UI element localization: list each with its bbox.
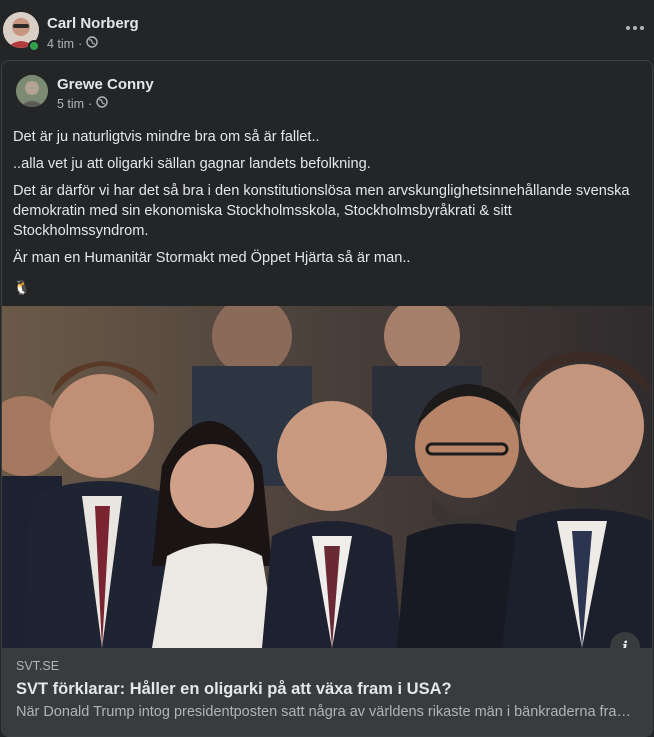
- meta-separator: ·: [88, 96, 93, 111]
- penguin-emoji: 🐧: [13, 279, 31, 295]
- link-title[interactable]: SVT förklarar: Håller en oligarki på att…: [16, 680, 452, 699]
- post-author-name[interactable]: Carl Norberg: [47, 15, 139, 32]
- shared-post: Grewe Conny 5 tim · Det är ju naturligtv…: [1, 60, 653, 737]
- meta-separator: ·: [78, 36, 83, 51]
- globe-icon[interactable]: [86, 36, 98, 51]
- shared-post-time[interactable]: 5 tim: [57, 97, 84, 111]
- post-paragraph: Det är därför vi har det så bra i den ko…: [13, 183, 630, 239]
- more-options-icon[interactable]: [624, 20, 646, 36]
- post-paragraph: Det är ju naturligtvis mindre bra om så …: [13, 129, 320, 145]
- link-preview[interactable]: SVT.SE SVT förklarar: Håller en oligarki…: [2, 648, 652, 736]
- link-domain: SVT.SE: [16, 659, 60, 673]
- shared-author-name[interactable]: Grewe Conny: [57, 76, 154, 93]
- post-meta: 4 tim ·: [47, 36, 98, 51]
- post-time[interactable]: 4 tim: [47, 37, 74, 51]
- shared-post-meta: 5 tim ·: [57, 96, 108, 111]
- globe-icon[interactable]: [96, 96, 108, 111]
- post-paragraph: ..alla vet ju att oligarki sällan gagnar…: [13, 156, 371, 172]
- link-description: När Donald Trump intog presidentposten s…: [16, 704, 636, 720]
- shared-post-header: Grewe Conny 5 tim ·: [2, 61, 652, 121]
- online-status-indicator: [28, 40, 40, 52]
- post-paragraph: Är man en Humanitär Stormakt med Öppet H…: [13, 250, 411, 266]
- feed-post: Carl Norberg 4 tim · Grewe Conny 5 tim ·: [0, 0, 654, 737]
- shared-author-avatar[interactable]: [16, 75, 48, 107]
- link-preview-image[interactable]: [2, 306, 652, 648]
- post-body-text: Det är ju naturligtvis mindre bra om så …: [13, 127, 633, 275]
- post-header: Carl Norberg 4 tim ·: [0, 10, 654, 56]
